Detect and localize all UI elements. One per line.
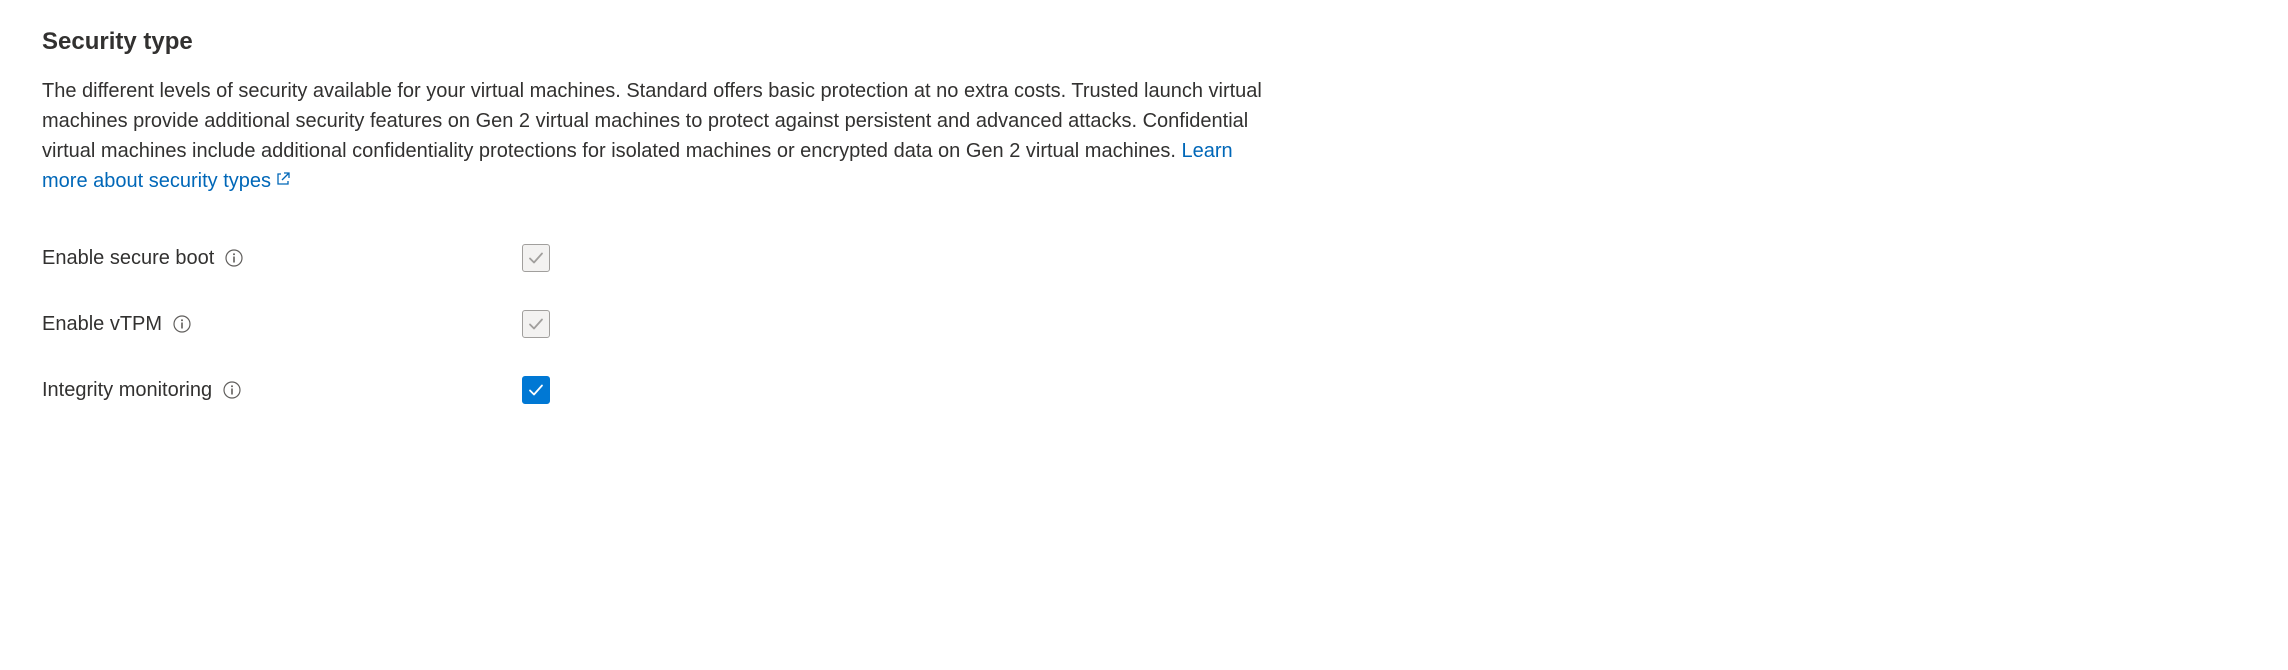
vtpm-row: Enable vTPM	[42, 310, 2246, 338]
integrity-monitoring-label: Integrity monitoring	[42, 379, 212, 402]
integrity-monitoring-row: Integrity monitoring	[42, 376, 2246, 404]
info-icon[interactable]	[172, 314, 192, 334]
description-text: The different levels of security availab…	[42, 80, 1262, 162]
vtpm-checkbox[interactable]	[522, 310, 550, 338]
vtpm-label: Enable vTPM	[42, 313, 162, 336]
secure-boot-row: Enable secure boot	[42, 244, 2246, 272]
secure-boot-label: Enable secure boot	[42, 247, 214, 270]
security-type-description: The different levels of security availab…	[42, 76, 1262, 196]
secure-boot-checkbox[interactable]	[522, 244, 550, 272]
vtpm-label-group: Enable vTPM	[42, 313, 522, 336]
info-icon[interactable]	[222, 380, 242, 400]
info-icon[interactable]	[224, 248, 244, 268]
security-type-heading: Security type	[42, 28, 2246, 56]
integrity-monitoring-label-group: Integrity monitoring	[42, 379, 522, 402]
secure-boot-label-group: Enable secure boot	[42, 247, 522, 270]
external-link-icon	[275, 166, 291, 196]
integrity-monitoring-checkbox[interactable]	[522, 376, 550, 404]
